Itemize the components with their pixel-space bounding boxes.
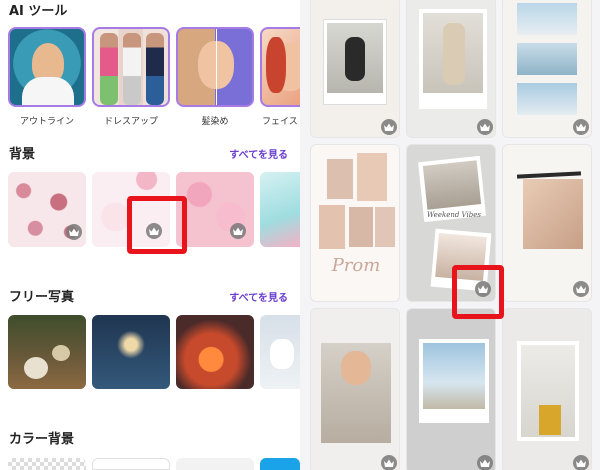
panel-divider xyxy=(300,0,308,470)
light-gray-color-tile[interactable] xyxy=(176,458,254,470)
photo-snails-tile[interactable] xyxy=(8,315,86,389)
crown-icon xyxy=(381,119,397,135)
ai-tool-face-card[interactable] xyxy=(260,27,300,107)
photo-sea-3 xyxy=(517,83,577,115)
dog-image xyxy=(270,339,294,369)
free-photos-see-all-link[interactable]: すべてを見る xyxy=(229,289,288,304)
backgrounds-title: 背景 xyxy=(9,147,36,162)
photo-prom-5 xyxy=(375,207,395,247)
crown-icon xyxy=(230,223,246,239)
model-image xyxy=(146,33,164,105)
shell-image xyxy=(24,357,48,379)
highlight-box xyxy=(127,196,187,254)
ai-tool-dressup-card[interactable] xyxy=(92,27,170,107)
photo-prom-2 xyxy=(357,153,387,201)
white-color-tile[interactable] xyxy=(92,458,170,470)
photo-prom-1 xyxy=(327,159,353,199)
ai-tools-title: AI ツール xyxy=(9,4,68,19)
skirt-shape xyxy=(539,405,561,435)
crown-icon xyxy=(477,455,493,470)
photo-sunset-tile[interactable] xyxy=(176,315,254,389)
template-card[interactable] xyxy=(502,308,592,470)
crown-icon xyxy=(573,455,589,470)
color-backgrounds-title: カラー背景 xyxy=(9,432,75,447)
blue-color-tile[interactable] xyxy=(260,458,300,470)
template-card[interactable] xyxy=(502,0,592,138)
template-card[interactable] xyxy=(502,144,592,302)
crown-icon xyxy=(477,119,493,135)
photo-sea-1 xyxy=(517,3,577,35)
backgrounds-see-all-link[interactable]: すべてを見る xyxy=(229,146,288,161)
weekend-script-text: Weekend Vibes xyxy=(427,211,481,219)
photo-sparkler-tile[interactable] xyxy=(92,315,170,389)
free-photos-title: フリー写真 xyxy=(9,290,75,305)
shell-image xyxy=(52,345,70,361)
photo-hands xyxy=(523,179,583,249)
crown-icon xyxy=(573,119,589,135)
background-pink-tile[interactable] xyxy=(176,172,254,247)
template-card[interactable] xyxy=(406,308,496,470)
photo-snow-tile[interactable] xyxy=(260,315,300,389)
photo-sea-2 xyxy=(517,43,577,75)
tape-strip xyxy=(516,171,582,179)
template-card[interactable]: Prom xyxy=(310,144,400,302)
photo-coffee xyxy=(422,160,482,210)
ai-tool-label: フェイス xyxy=(262,117,298,127)
hair-image xyxy=(266,37,286,93)
photo-prom-3 xyxy=(319,205,345,249)
left-panel: AI ツール アウトライン ドレスアップ 髪染め フェイス 背景 すべてを見る … xyxy=(0,0,300,470)
ai-tool-outline-card[interactable] xyxy=(8,27,86,107)
face-image xyxy=(341,351,371,385)
ai-tool-label: ドレスアップ xyxy=(103,117,158,127)
crown-icon xyxy=(66,224,82,240)
background-teal-tile[interactable] xyxy=(260,172,300,247)
crown-icon xyxy=(573,281,589,297)
prom-script-text: Prom xyxy=(331,255,381,276)
split-line xyxy=(216,29,217,105)
template-grid: Prom Weekend Vibes xyxy=(308,0,600,470)
ai-tool-hair-color-card[interactable] xyxy=(176,27,254,107)
transparent-color-tile[interactable] xyxy=(8,458,86,470)
template-card[interactable] xyxy=(310,308,400,470)
model-image xyxy=(123,33,141,105)
ai-tool-label: 髪染め xyxy=(201,117,229,127)
photo-man-sea xyxy=(423,343,485,409)
person-silhouette xyxy=(345,37,365,81)
background-floral-tile[interactable] xyxy=(8,172,86,247)
shirt-image xyxy=(22,77,74,105)
ai-tool-label: アウトライン xyxy=(19,117,74,127)
crown-icon xyxy=(381,455,397,470)
model-image xyxy=(100,33,118,105)
template-card[interactable] xyxy=(310,0,400,138)
photo-prom-4 xyxy=(349,207,373,247)
highlight-box xyxy=(452,265,504,319)
person-silhouette xyxy=(443,23,465,85)
template-card[interactable] xyxy=(406,0,496,138)
